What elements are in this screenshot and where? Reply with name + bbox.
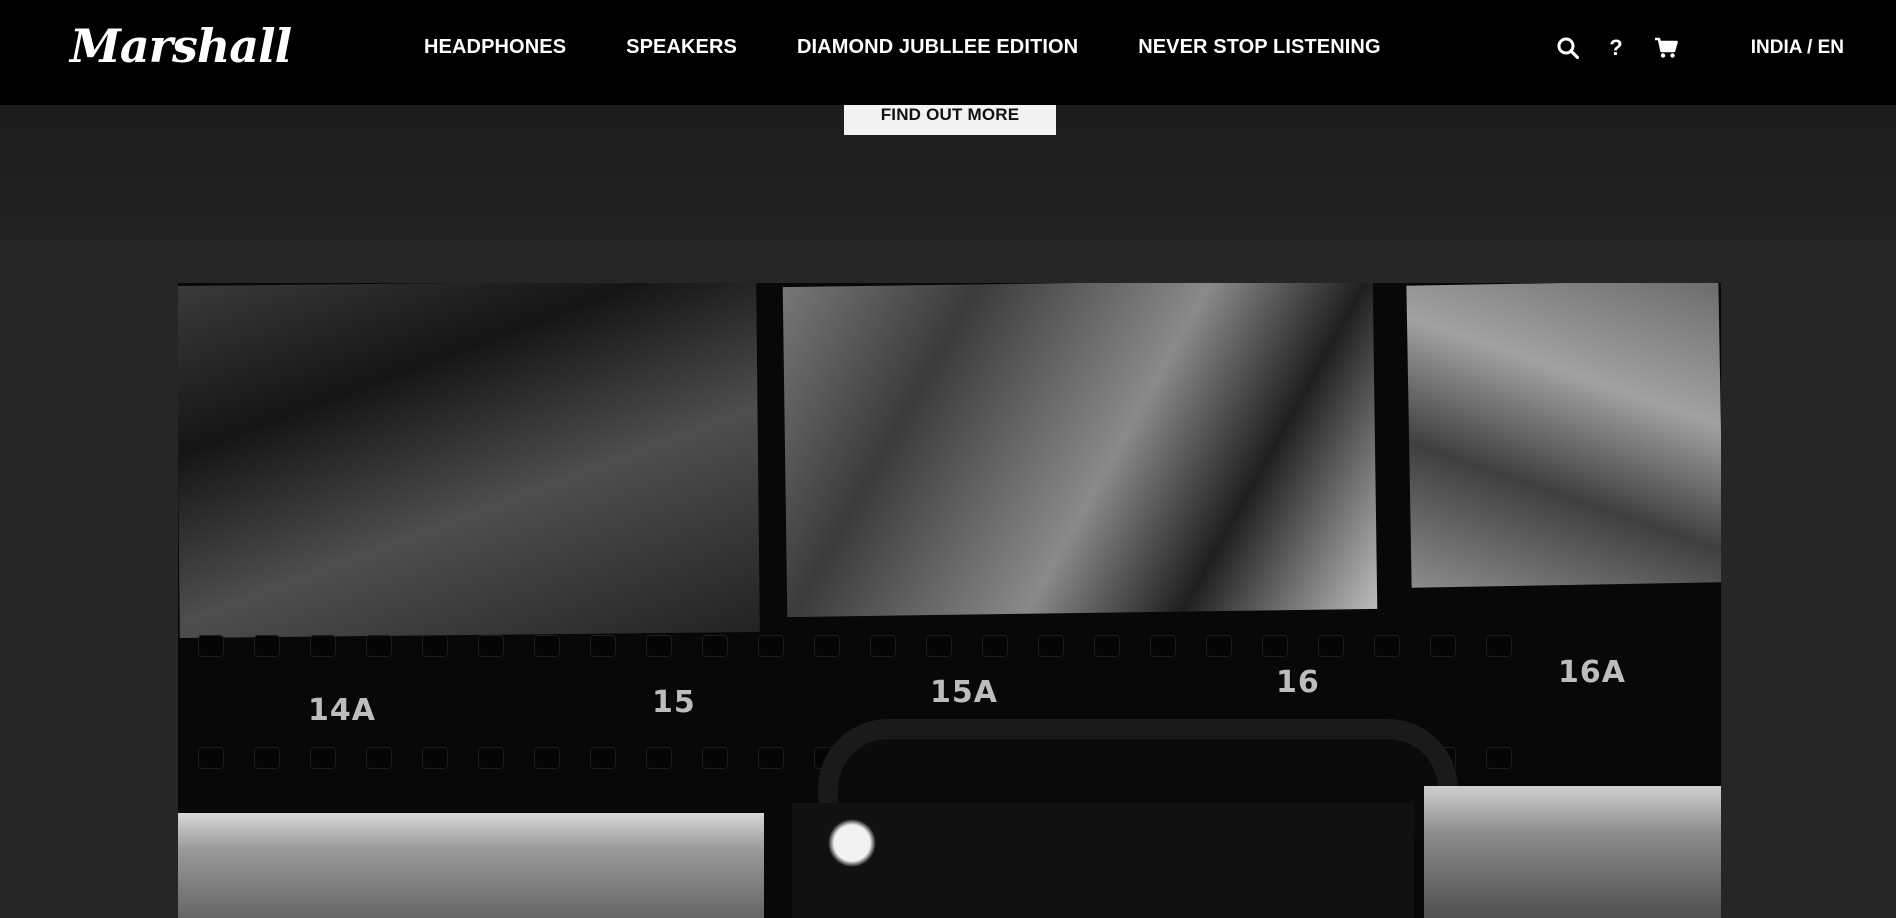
cart-icon[interactable] — [1654, 36, 1678, 60]
frame-number: 16A — [1558, 655, 1626, 690]
site-header: Marshall HEADPHONES SPEAKERS DIAMOND JUB… — [0, 0, 1896, 105]
photo-guitarist-spotlight — [792, 803, 1414, 918]
nav-speakers[interactable]: SPEAKERS — [626, 36, 737, 59]
photo-festival-crowd — [178, 813, 764, 918]
frame-number: 14A — [308, 693, 376, 728]
nav-diamond-jubilee-edition[interactable]: DIAMOND JUBLLEE EDITION — [797, 36, 1078, 59]
sprocket-row-top — [178, 635, 1721, 661]
help-icon[interactable]: ? — [1604, 35, 1628, 60]
contact-sheet-image: 14A 15 15A 16 16A — [178, 283, 1721, 918]
main-nav: HEADPHONES SPEAKERS DIAMOND JUBLLEE EDIT… — [424, 0, 1441, 95]
header-icons: ? — [1556, 0, 1678, 95]
locale-selector[interactable]: INDIA / EN — [1751, 0, 1844, 95]
photo-guitarists — [782, 283, 1378, 618]
photo-street-crowd — [1424, 786, 1721, 918]
frame-number: 15A — [930, 675, 998, 710]
photo-cheering-crowd — [1406, 283, 1721, 588]
search-icon[interactable] — [1556, 36, 1580, 60]
photo-band-on-stage — [178, 283, 760, 639]
marshall-logo[interactable]: Marshall — [70, 16, 292, 76]
frame-number: 16 — [1276, 665, 1320, 700]
frame-number: 15 — [652, 685, 696, 720]
nav-headphones[interactable]: HEADPHONES — [424, 36, 566, 59]
nav-never-stop-listening[interactable]: NEVER STOP LISTENING — [1138, 36, 1380, 59]
